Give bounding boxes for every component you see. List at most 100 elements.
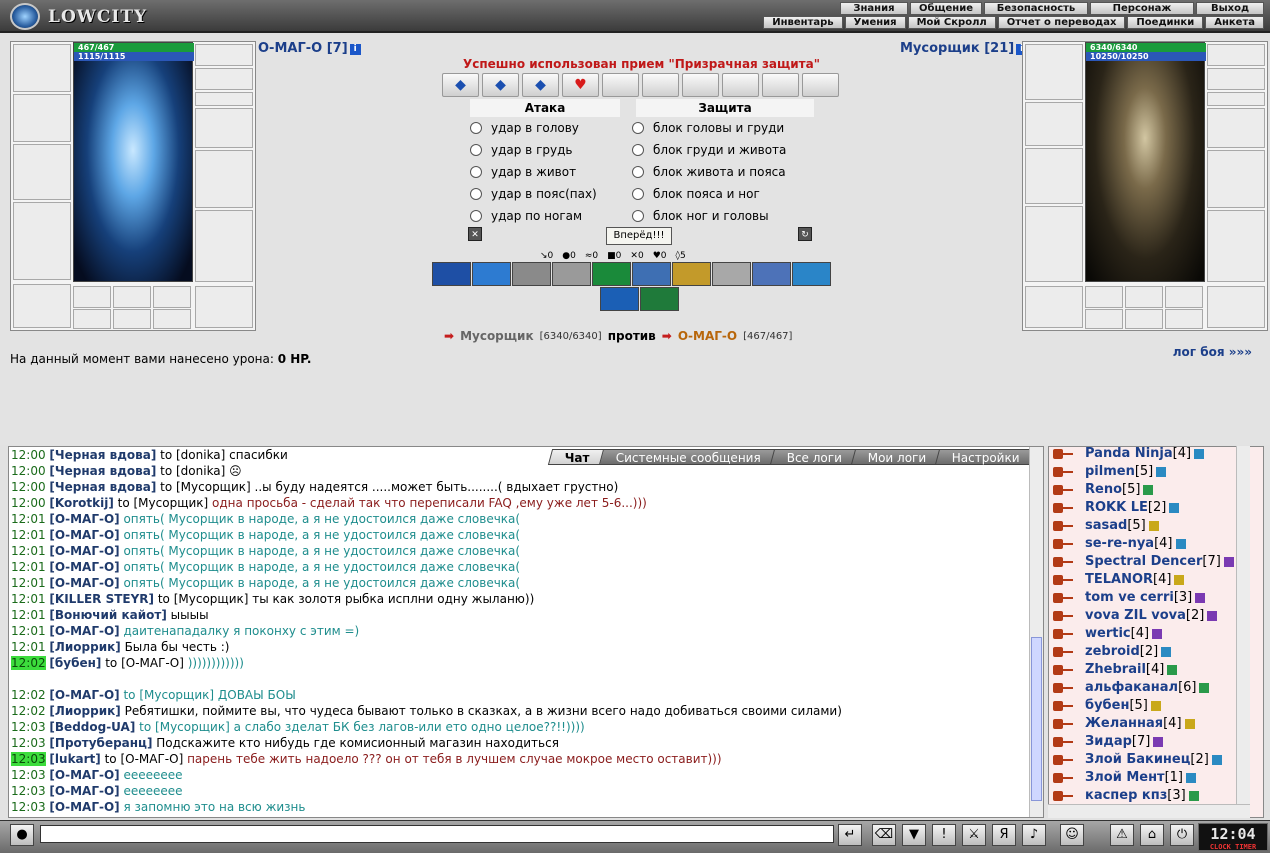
versus-opponent[interactable]: Мусорщик — [460, 329, 534, 343]
clock-timer[interactable]: 12:04 CLOCK TIMER — [1198, 823, 1268, 851]
private-message-icon[interactable] — [1053, 592, 1075, 604]
chat-sender[interactable]: [Черная вдова] — [49, 464, 156, 478]
menu-character[interactable]: Персонаж — [1090, 2, 1194, 15]
earring-slot[interactable] — [195, 44, 253, 66]
user-list-item[interactable]: Злой Мент [1] — [1053, 769, 1234, 787]
chat-scroll-thumb[interactable] — [1031, 637, 1042, 801]
chat-sender[interactable]: [О-МАГ-О] — [49, 528, 119, 542]
chat-time[interactable]: 12:03 — [11, 720, 46, 734]
opp-gloves-slot[interactable] — [1207, 108, 1265, 148]
chat-sender[interactable]: [Korotkij] — [49, 496, 113, 510]
user-rank-icon[interactable] — [1195, 593, 1206, 603]
chat-time[interactable]: 12:01 — [11, 544, 46, 558]
opp-rings-row[interactable] — [1207, 92, 1265, 106]
player-info-icon[interactable]: i — [349, 44, 361, 55]
chat-sender[interactable]: [О-МАГ-О] — [49, 800, 119, 814]
menu-exit[interactable]: Выход — [1196, 2, 1264, 15]
block-head-chest[interactable]: блок головы и груди — [632, 118, 784, 138]
user-rank-icon[interactable] — [1143, 485, 1154, 495]
private-message-icon[interactable] — [1053, 700, 1075, 712]
chat-sender[interactable]: [бубен] — [49, 656, 101, 670]
chat-sender[interactable]: [О-МАГ-О] — [49, 576, 119, 590]
user-list-item[interactable]: pilmen [5] — [1053, 463, 1234, 481]
refresh-icon[interactable]: ↻ — [798, 227, 812, 241]
rings-row[interactable] — [195, 92, 253, 106]
chat-sender[interactable]: [О-МАГ-О] — [49, 768, 119, 782]
gloves-slot[interactable] — [195, 108, 253, 148]
rune-slot-1[interactable] — [73, 309, 111, 329]
user-list-item[interactable]: Зидар [7] — [1053, 733, 1234, 751]
user-name[interactable]: альфаканал — [1085, 679, 1178, 697]
private-message-icon[interactable] — [1053, 628, 1075, 640]
user-rank-icon[interactable] — [1188, 791, 1199, 801]
chat-time[interactable]: 12:01 — [11, 512, 46, 526]
shield-slot[interactable] — [195, 150, 253, 208]
private-message-icon[interactable] — [1053, 484, 1075, 496]
user-rank-icon[interactable] — [1169, 503, 1180, 513]
spell-1-icon[interactable] — [432, 262, 471, 286]
versus-player[interactable]: О-МАГ-О — [678, 329, 737, 343]
user-name[interactable]: se-re-nya — [1085, 535, 1154, 553]
user-list-item[interactable]: бубен [5] — [1053, 697, 1234, 715]
necklace-slot[interactable] — [195, 68, 253, 90]
combo-slot-5[interactable] — [602, 73, 639, 97]
radio-button[interactable] — [632, 188, 644, 200]
chat-sender[interactable]: [Черная вдова] — [49, 480, 156, 494]
user-list-item[interactable]: TELANOR [4] — [1053, 571, 1234, 589]
private-message-icon[interactable] — [1053, 502, 1075, 514]
users-hscrollbar[interactable] — [1048, 804, 1250, 818]
private-message-icon[interactable] — [1053, 610, 1075, 622]
user-list-item[interactable]: zebroid [2] — [1053, 643, 1234, 661]
chat-time[interactable]: 12:03 — [11, 800, 46, 814]
chat-time[interactable]: 12:02 — [11, 656, 46, 670]
tab-chat[interactable]: Чат — [547, 449, 607, 465]
ring-slot-2[interactable] — [113, 286, 151, 308]
opp-belt-slot[interactable] — [1025, 286, 1083, 328]
user-rank-icon[interactable] — [1199, 683, 1210, 693]
chat-input[interactable] — [40, 825, 834, 843]
chat-time[interactable]: 12:01 — [11, 592, 46, 606]
ring-slot-1[interactable] — [73, 286, 111, 308]
private-message-icon[interactable] — [1053, 556, 1075, 568]
player-portrait[interactable]: 467/467 1115/1115 — [73, 42, 194, 282]
rune-slot-2[interactable] — [113, 309, 151, 329]
opp-ring-slot-3[interactable] — [1165, 286, 1203, 308]
chat-time[interactable]: 12:01 — [11, 624, 46, 638]
armor-slot[interactable] — [13, 202, 71, 280]
user-name[interactable]: zebroid — [1085, 643, 1140, 661]
opp-rune-slot-1[interactable] — [1085, 309, 1123, 329]
spell-3-icon[interactable] — [512, 262, 551, 286]
private-message-icon[interactable] — [1053, 754, 1075, 766]
combo-slot-1[interactable]: ◆ — [442, 73, 479, 97]
opp-boots-slot[interactable] — [1207, 286, 1265, 328]
user-rank-icon[interactable] — [1150, 701, 1161, 711]
opp-weapon-slot[interactable] — [1025, 148, 1083, 204]
chat-sender[interactable]: [Beddog-UA] — [49, 720, 135, 734]
logo[interactable]: LOWCITY — [10, 3, 180, 30]
chat-time[interactable]: 12:01 — [11, 576, 46, 590]
chat-time[interactable]: 12:02 — [11, 704, 46, 718]
block-legs-head[interactable]: блок ног и головы — [632, 206, 769, 226]
block-belly-belt[interactable]: блок живота и пояса — [632, 162, 786, 182]
chat-sender[interactable]: [lukart] — [49, 752, 100, 766]
user-list-item[interactable]: Spectral Dencer [7] — [1053, 553, 1234, 571]
chat-sender[interactable]: [О-МАГ-О] — [49, 784, 119, 798]
user-rank-icon[interactable] — [1148, 521, 1159, 531]
tab-settings[interactable]: Настройки — [935, 449, 1038, 465]
chat-sender[interactable]: [Протуберанц] — [49, 736, 152, 750]
chat-recipient[interactable]: to [donika] — [156, 464, 229, 478]
opp-rune-slot-3[interactable] — [1165, 309, 1203, 329]
rune-slot-3[interactable] — [153, 309, 191, 329]
combo-slot-9[interactable] — [762, 73, 799, 97]
user-name[interactable]: Reno — [1085, 481, 1122, 499]
chat-time[interactable]: 12:00 — [11, 480, 46, 494]
chat-mode-icon[interactable]: ● — [10, 824, 34, 846]
user-name[interactable]: ROKK LE — [1085, 499, 1148, 517]
combo-slot-7[interactable] — [682, 73, 719, 97]
boots-slot[interactable] — [195, 286, 253, 328]
attack-legs[interactable]: удар по ногам — [470, 206, 582, 226]
private-message-icon[interactable] — [1053, 736, 1075, 748]
chat-time[interactable]: 12:00 — [11, 448, 46, 462]
user-rank-icon[interactable] — [1161, 647, 1172, 657]
user-name[interactable]: Panda Ninja — [1085, 447, 1173, 463]
